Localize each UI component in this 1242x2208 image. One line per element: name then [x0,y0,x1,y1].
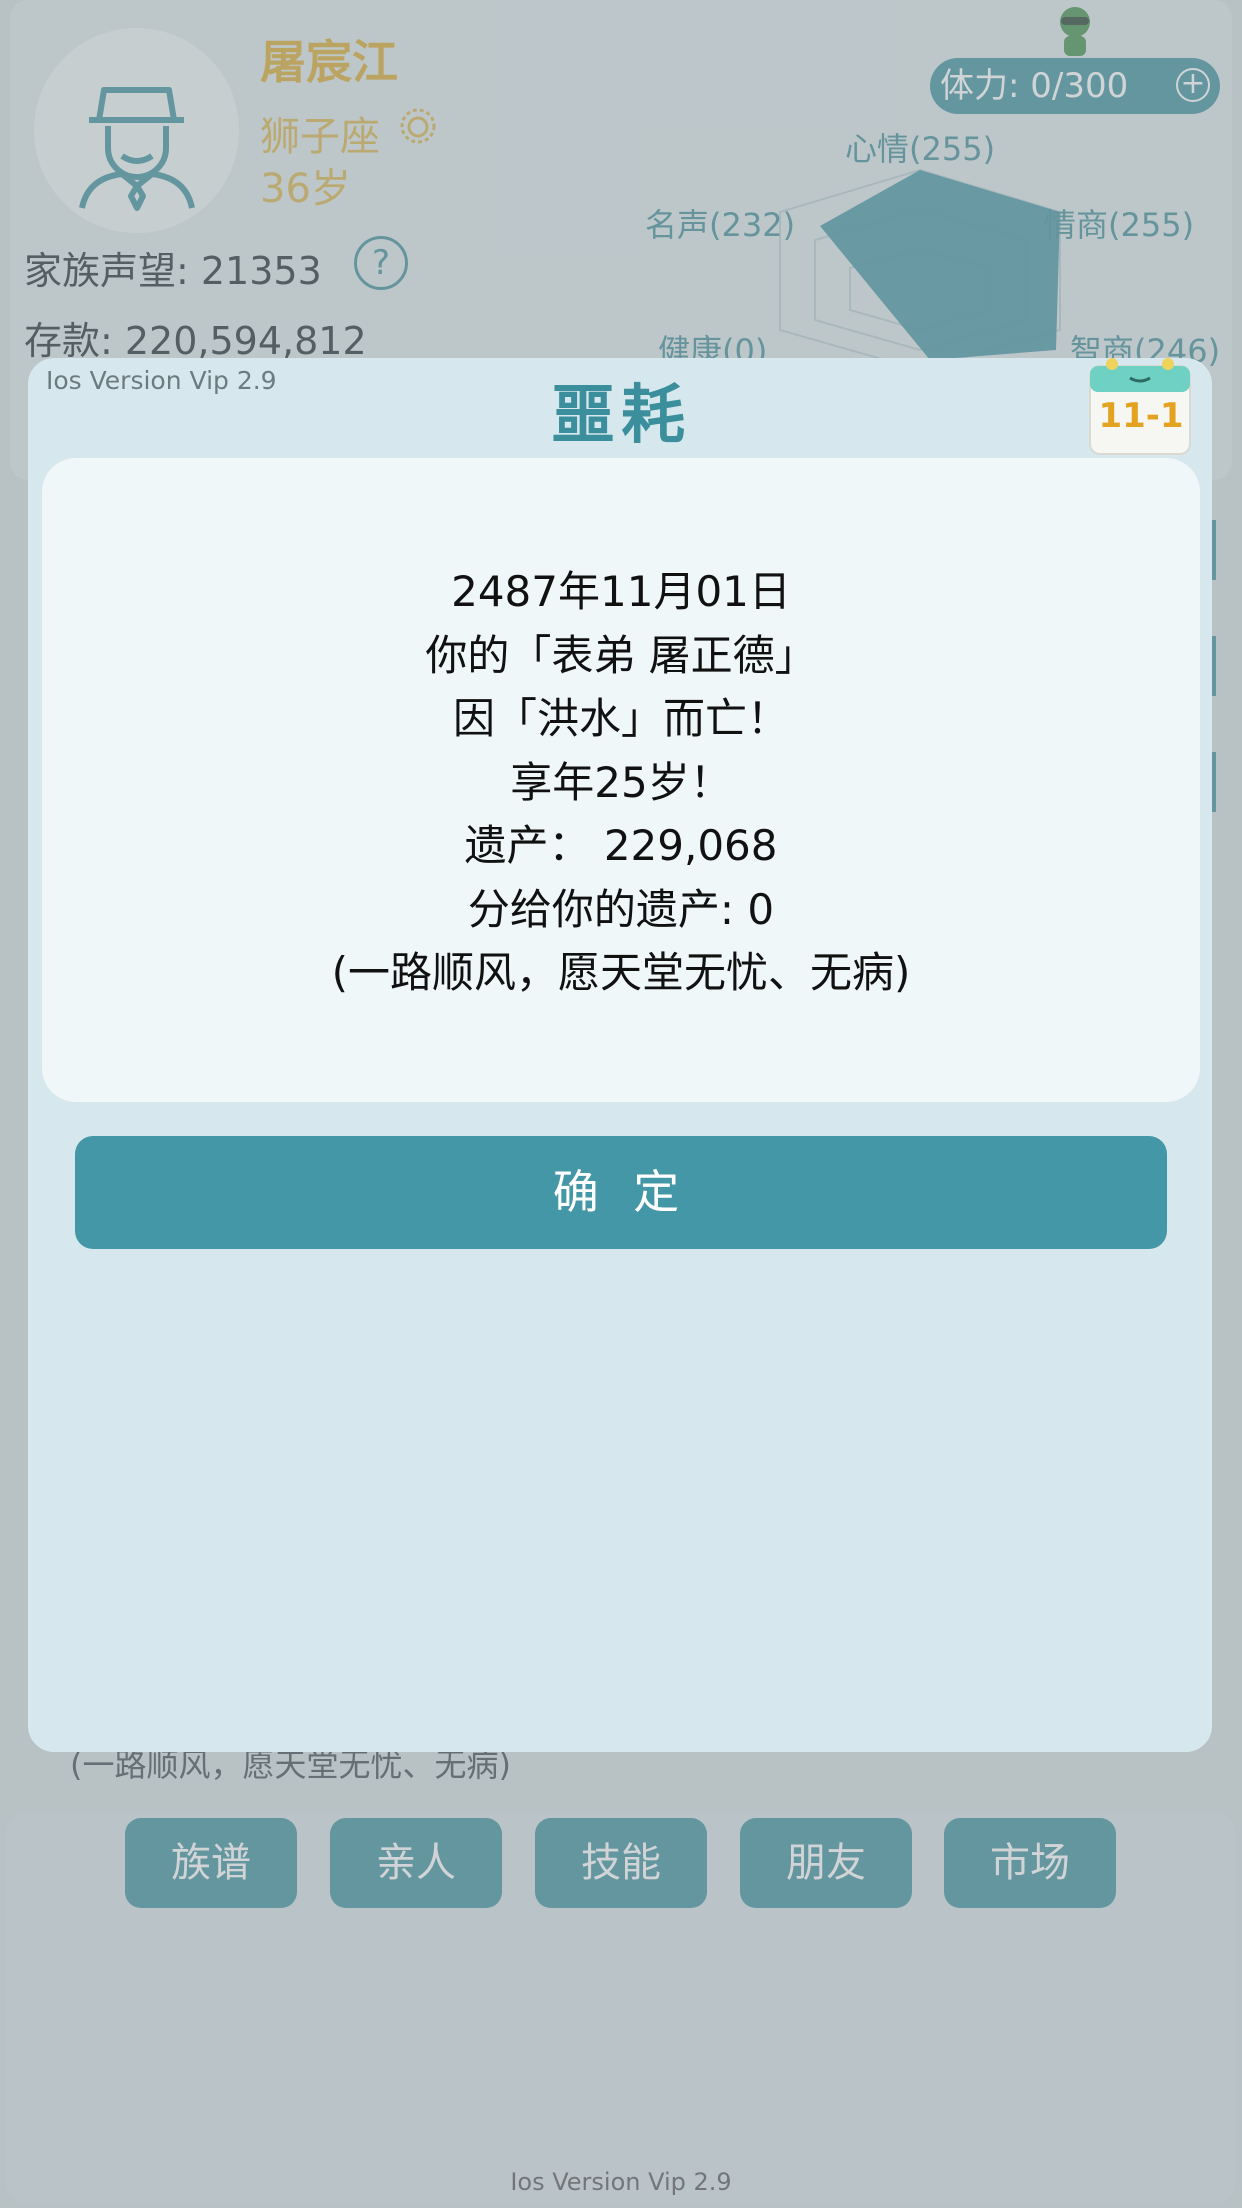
message-cause: 因「洪水」而亡！ [452,694,789,743]
message-blessing: (一路顺风，愿天堂无忧、无病) [331,948,911,997]
calendar-icon: 11-1 [1086,352,1196,458]
message-text: 2487年11月01日 你的「表弟 屠正德」 因「洪水」而亡！ 享年25岁！ 遗… [42,560,1200,1005]
message-age: 享年25岁！ [510,757,732,807]
confirm-button[interactable]: 确 定 [75,1136,1167,1249]
message-estate: 遗产： 229,068 [464,821,778,870]
message-date: 2487年11月01日 [451,567,791,616]
dialog-title: 噩耗 [551,379,691,453]
message-relative: 你的「表弟 屠正德」 [425,630,817,680]
calendar-date: 11-1 [1098,396,1184,436]
message-inheritance: 分给你的遗产: 0 [467,884,775,934]
